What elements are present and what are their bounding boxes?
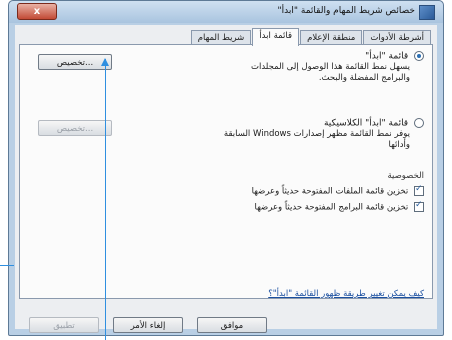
store-files-row[interactable]: تخزين قائمة الملفات المفتوحة حديثاً وعرض…	[251, 184, 424, 197]
store-programs-row[interactable]: تخزين قائمة البرامج المفتوحة حديثاً وعرض…	[254, 200, 424, 213]
properties-window: x خصائص شريط المهام والقائمة "ابدأ" شريط…	[8, 0, 444, 336]
start-menu-panel: قائمة "ابدأ" يسهل نمط القائمة هذا الوصول…	[19, 44, 433, 299]
classic-customize-button[interactable]: تخصيص...	[38, 120, 112, 136]
ok-button[interactable]: موافق	[197, 317, 267, 333]
title-bar: x خصائص شريط المهام والقائمة "ابدأ"	[9, 1, 443, 23]
apply-button[interactable]: تطبيق	[29, 317, 99, 333]
classic-start-menu-description: يوفر نمط القائمة مظهر إصدارات Windows ال…	[223, 128, 410, 150]
start-menu-option[interactable]: قائمة "ابدأ" يسهل نمط القائمة هذا الوصول…	[220, 51, 424, 84]
help-link[interactable]: كيف يمكن تغيير طريقة ظهور القائمة "ابدأ"…	[268, 289, 424, 299]
dialog-client: شريط المهام قائمة ابدأ منطقة الإعلام أشر…	[15, 25, 437, 333]
store-files-checkbox[interactable]	[414, 184, 424, 196]
close-button[interactable]: x	[17, 3, 57, 20]
classic-start-menu-label: قائمة "ابدأ" الكلاسيكية	[323, 118, 409, 129]
annotation-horizontal-line	[0, 265, 14, 266]
store-programs-checkbox[interactable]	[414, 200, 424, 212]
store-programs-label: تخزين قائمة البرامج المفتوحة حديثاً وعرض…	[254, 202, 409, 213]
privacy-heading: الخصوصية	[387, 171, 424, 181]
tab-strip: شريط المهام قائمة ابدأ منطقة الإعلام أشر…	[190, 28, 431, 46]
classic-start-menu-radio[interactable]	[414, 118, 424, 128]
classic-start-menu-option[interactable]: قائمة "ابدأ" الكلاسيكية يوفر نمط القائمة…	[220, 118, 424, 151]
tab-start-menu[interactable]: قائمة ابدأ	[252, 28, 300, 46]
start-menu-option-label: قائمة "ابدأ"	[365, 51, 409, 62]
start-menu-option-description: يسهل نمط القائمة هذا الوصول إلى المجلدات…	[250, 61, 410, 83]
start-menu-radio[interactable]	[414, 51, 424, 61]
cancel-button[interactable]: إلغاء الأمر	[113, 317, 183, 333]
window-title: خصائص شريط المهام والقائمة "ابدأ"	[277, 6, 415, 16]
store-files-label: تخزين قائمة الملفات المفتوحة حديثاً وعرض…	[251, 186, 409, 197]
taskbar-icon	[419, 5, 435, 20]
annotation-vertical-line	[105, 59, 106, 340]
